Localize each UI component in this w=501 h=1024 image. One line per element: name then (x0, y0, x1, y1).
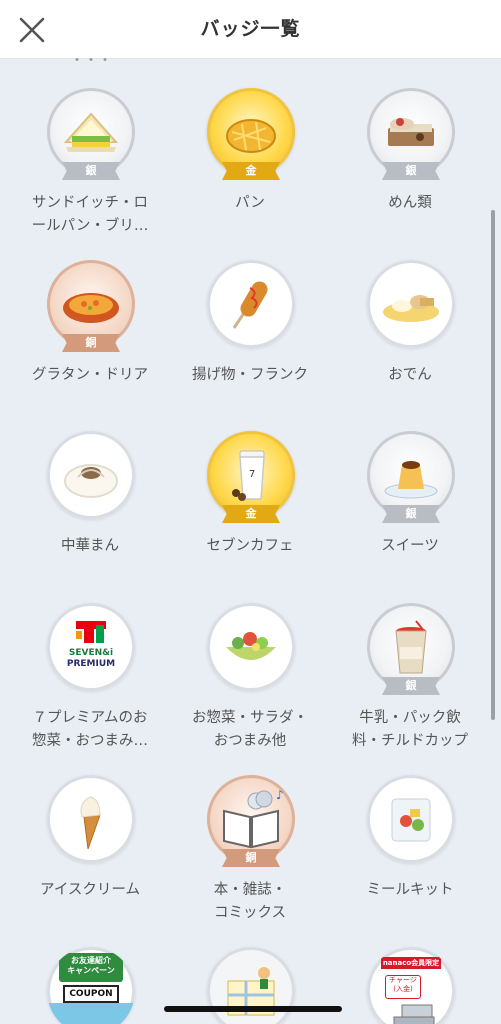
steamed-bun-icon (64, 464, 118, 498)
badge-medal (47, 775, 135, 863)
corn-dog-icon (232, 281, 268, 329)
campaign-title: お友達紹介 キャンペーン (59, 953, 123, 982)
svg-text:7: 7 (249, 469, 255, 480)
badge-label: パン (235, 195, 265, 211)
seven-premium-line1: SEVEN&i (68, 648, 114, 658)
rank-ribbon: 銅 (222, 849, 280, 867)
badge-label: 中華まん (61, 538, 119, 554)
seven-premium-line2: PREMIUM (66, 659, 116, 669)
badge-label: めん類 (388, 195, 432, 211)
rank-ribbon: 銀 (382, 162, 440, 180)
scrollbar[interactable] (491, 210, 495, 720)
badge-medal: SEVEN&i PREMIUM (47, 603, 135, 691)
badge-medal: nanaco会員限定 チャージ (入金) (367, 947, 455, 1024)
badge-medal (207, 947, 295, 1024)
badge-medal: お友達紹介 キャンペーン COUPON (47, 947, 135, 1024)
rank-ribbon: 金 (222, 505, 280, 523)
badge-label: 牛乳・パック飲 料・チルドカップ (352, 710, 468, 749)
seven-premium-logo-icon (76, 621, 106, 643)
badge-label: グラタン・ドリア (32, 367, 148, 383)
oden-icon (383, 295, 439, 322)
badge-label: 揚げ物・フランク (192, 367, 308, 383)
badge-label: スイーツ (381, 538, 439, 554)
badge-label: アイスクリーム (40, 882, 140, 898)
nanaco-register-icon (393, 1004, 435, 1024)
rank-ribbon: 銀 (382, 677, 440, 695)
badge-label: サンドイッチ・ロ ールパン・ブリ… (31, 195, 149, 234)
rank-ribbon: 銀 (382, 505, 440, 523)
badge-grid[interactable]: ・・・ 銀 サンドイッチ・ロ ールパン・ブリ… 金 パン 銀 めん類 銅 グラタ… (0, 58, 501, 1024)
badge-label: セブンカフェ (206, 538, 294, 554)
rank-ribbon: 金 (222, 162, 280, 180)
top-partial-text: ・・・ (70, 58, 112, 69)
home-indicator[interactable] (164, 1006, 342, 1012)
badge-medal (207, 260, 295, 348)
page-title: バッジ一覧 (200, 18, 301, 40)
map-icon (227, 967, 275, 1016)
book-icon: ♪ (223, 788, 284, 849)
badge-label: おでん (388, 367, 432, 383)
badge-medal (47, 431, 135, 519)
sandwich-icon (63, 112, 119, 152)
meal-kit-icon (391, 798, 431, 842)
chilled-cup-icon (395, 620, 427, 674)
badge-medal (207, 603, 295, 691)
gratin-icon (63, 293, 119, 323)
coffee-cup-icon: 7 (232, 450, 265, 501)
header-bar: バッジ一覧 (0, 0, 501, 59)
rank-ribbon: 銅 (62, 334, 120, 352)
salad-icon (226, 632, 276, 660)
ice-cream-icon (80, 796, 101, 850)
rank-ribbon: 銀 (62, 162, 120, 180)
badge-medal (367, 775, 455, 863)
badge-label: ミールキット (366, 882, 454, 898)
noodles-icon (388, 118, 434, 146)
coupon-text: COUPON (63, 985, 119, 1003)
melon-pan-icon (226, 119, 276, 153)
badge-label: お惣菜・サラダ・ おつまみ他 (192, 710, 308, 749)
badge-label: 本・雑誌・ コミックス (213, 882, 287, 921)
svg-text:♪: ♪ (276, 788, 284, 802)
nanaco-brand: nanaco会員限定 (381, 957, 441, 969)
badge-label: ７プレミアムのお 惣菜・おつまみ… (32, 710, 148, 749)
pudding-icon (384, 461, 438, 499)
badge-medal (367, 260, 455, 348)
nanaco-bubble: チャージ (入金) (385, 975, 421, 999)
